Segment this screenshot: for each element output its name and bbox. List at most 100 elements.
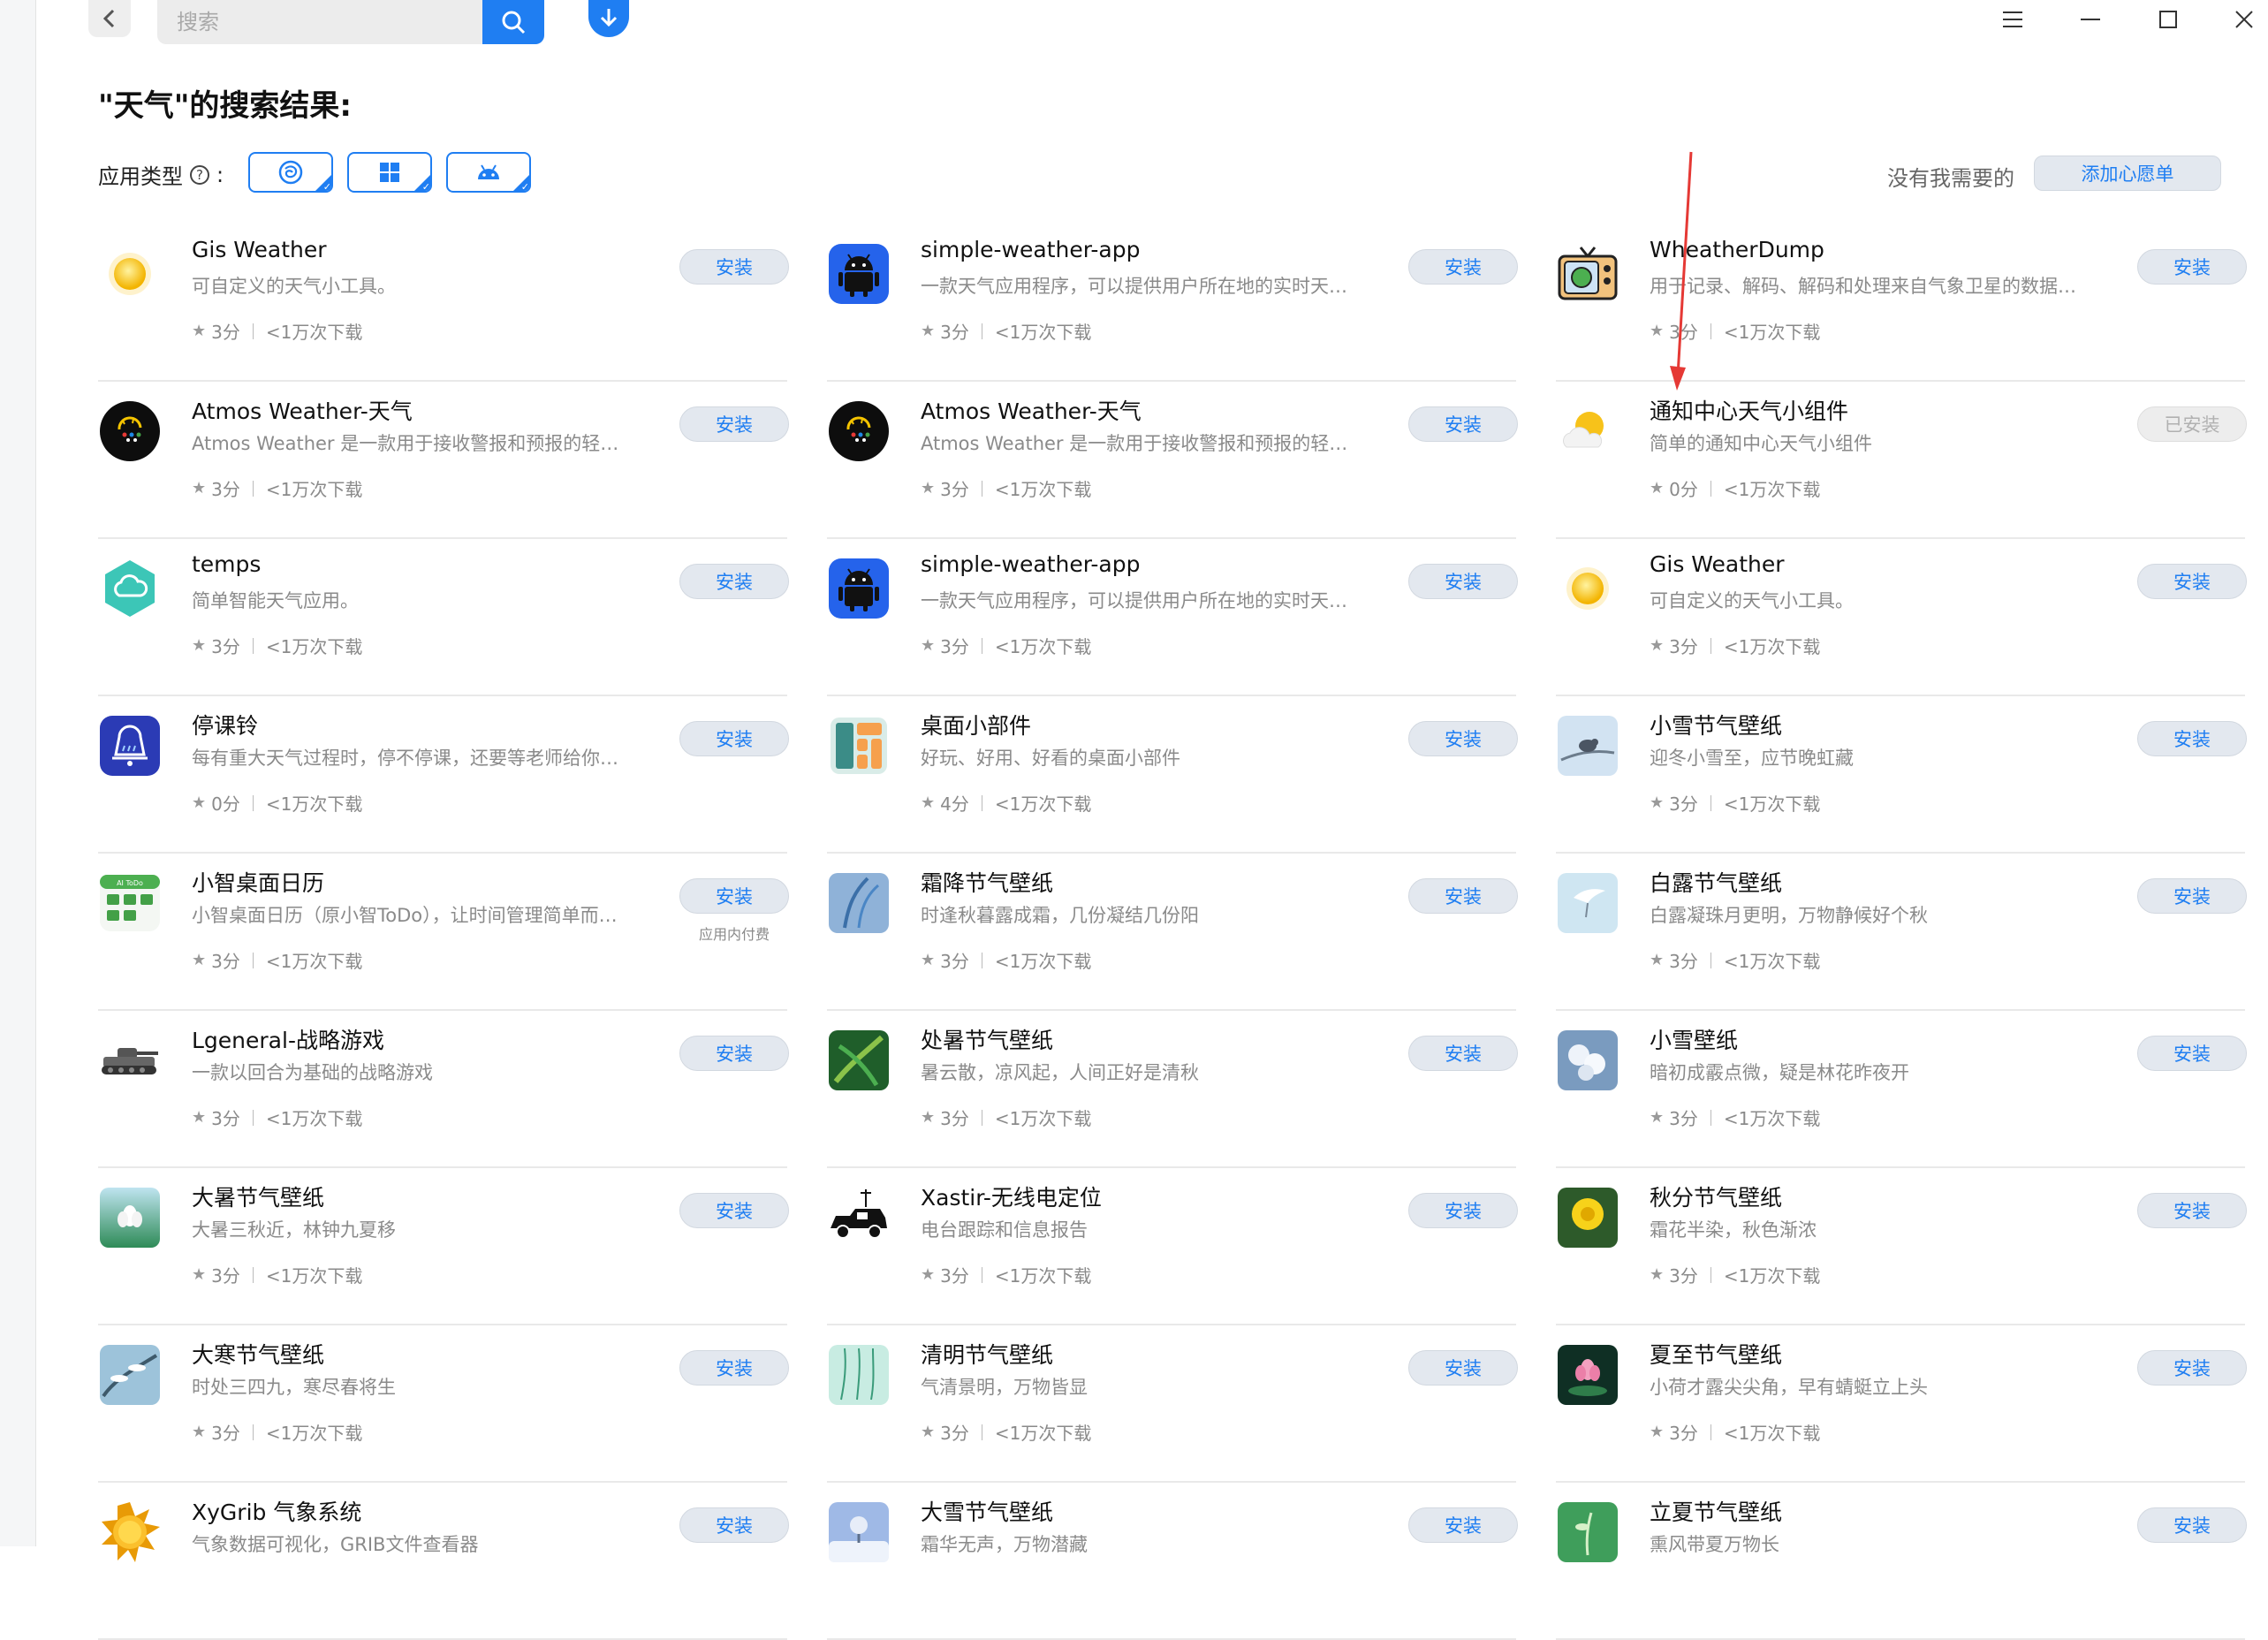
- app-name[interactable]: 大寒节气壁纸: [192, 1338, 324, 1370]
- app-card[interactable]: 小雪壁纸 暗初成霰点微，疑是林花昨夜开 ★ 3分 <1万次下载 安装: [1556, 1013, 2247, 1168]
- app-card[interactable]: 停课铃 每有重大天气过程时，停不停课，还要等老师给你打… ★ 0分 <1万次下载 安装: [98, 698, 789, 854]
- app-card[interactable]: XyGrib 气象系统 气象数据可视化，GRIB文件查看器 安装: [98, 1484, 789, 1640]
- install-button[interactable]: 安装: [1408, 721, 1518, 756]
- app-name[interactable]: 夏至节气壁纸: [1650, 1338, 1782, 1370]
- app-name[interactable]: 小雪节气壁纸: [1650, 709, 1782, 740]
- app-name[interactable]: temps: [192, 551, 261, 577]
- app-name[interactable]: WheatherDump: [1650, 237, 1824, 262]
- app-card[interactable]: 大寒节气壁纸 时处三四九，寒尽春将生 ★ 3分 <1万次下载 安装: [98, 1327, 789, 1483]
- app-card[interactable]: simple-weather-app 一款天气应用程序，可以提供用户所在地的实时天…: [827, 541, 1518, 696]
- app-card[interactable]: 霜降节气壁纸 时逢秋暮露成霜，几份凝结几份阳 ★ 3分 <1万次下载 安装: [827, 855, 1518, 1011]
- search-input[interactable]: [157, 0, 484, 44]
- filter-deepin-button[interactable]: ✓: [248, 152, 333, 193]
- app-card[interactable]: Xastir-无线电定位 电台跟踪和信息报告 ★ 3分 <1万次下载 安装: [827, 1170, 1518, 1325]
- app-card[interactable]: AI ToDo 小智桌面日历 小智桌面日历（原小智ToDo），让时间管理简单而… ★ 3…: [98, 855, 789, 1011]
- lotus-night-wallpaper-icon[interactable]: [1556, 1343, 1619, 1407]
- install-button[interactable]: 安装: [1408, 249, 1518, 285]
- install-button[interactable]: 安装: [2137, 721, 2247, 756]
- back-button[interactable]: [88, 0, 131, 37]
- install-button[interactable]: 安装: [2137, 249, 2247, 285]
- app-name[interactable]: 小智桌面日历: [192, 866, 324, 898]
- install-button[interactable]: 安装: [679, 1036, 789, 1071]
- install-button[interactable]: 安装: [1408, 564, 1518, 599]
- app-name[interactable]: 处暑节气壁纸: [921, 1023, 1053, 1055]
- app-card[interactable]: 大雪节气壁纸 霜华无声，万物潜藏 安装: [827, 1484, 1518, 1640]
- app-name[interactable]: Xastir-无线电定位: [921, 1181, 1102, 1212]
- app-name[interactable]: simple-weather-app: [921, 551, 1140, 577]
- close-button[interactable]: [2225, 2, 2264, 37]
- download-button[interactable]: [588, 0, 629, 37]
- install-button[interactable]: 安装: [679, 564, 789, 599]
- app-card[interactable]: 处暑节气壁纸 暑云散，凉风起，人间正好是清秋 ★ 3分 <1万次下载 安装: [827, 1013, 1518, 1168]
- frost-wallpaper-icon[interactable]: [827, 871, 891, 935]
- sun-cloud-icon[interactable]: [1556, 399, 1619, 463]
- install-button[interactable]: 安装: [2137, 1350, 2247, 1386]
- app-card[interactable]: temps 简单智能天气应用。 ★ 3分 <1万次下载 安装: [98, 541, 789, 696]
- snow-branch-wallpaper-icon[interactable]: [98, 1343, 162, 1407]
- install-button[interactable]: 安装: [679, 1507, 789, 1543]
- install-button[interactable]: 安装: [679, 721, 789, 756]
- app-card[interactable]: 通知中心天气小组件 简单的通知中心天气小组件 ★ 0分 <1万次下载 已安装: [1556, 383, 2247, 539]
- bird-wallpaper-icon[interactable]: [1556, 714, 1619, 778]
- snow-flower-wallpaper-icon[interactable]: [1556, 1029, 1619, 1092]
- filter-android-button[interactable]: ✓: [446, 152, 531, 193]
- app-name[interactable]: 大雪节气壁纸: [921, 1495, 1053, 1527]
- app-name[interactable]: Atmos Weather-天气: [921, 394, 1142, 426]
- app-name[interactable]: 秋分节气壁纸: [1650, 1181, 1782, 1212]
- app-card[interactable]: 白露节气壁纸 白露凝珠月更明，万物静候好个秋 ★ 3分 <1万次下载 安装: [1556, 855, 2247, 1011]
- sun-icon[interactable]: [1556, 557, 1619, 620]
- atmos-weather-icon[interactable]: [827, 399, 891, 463]
- app-card[interactable]: 夏至节气壁纸 小荷才露尖尖角，早有蜻蜓立上头 ★ 3分 <1万次下载 安装: [1556, 1327, 2247, 1483]
- app-name[interactable]: 桌面小部件: [921, 709, 1031, 740]
- app-card[interactable]: 立夏节气壁纸 熏风带夏万物长 安装: [1556, 1484, 2247, 1640]
- install-button[interactable]: 安装: [2137, 878, 2247, 914]
- filter-windows-button[interactable]: ✓: [347, 152, 432, 193]
- widget-blocks-icon[interactable]: [827, 714, 891, 778]
- atmos-weather-icon[interactable]: [98, 399, 162, 463]
- install-button[interactable]: 安装: [679, 1193, 789, 1228]
- app-card[interactable]: 清明节气壁纸 气清景明，万物皆显 ★ 3分 <1万次下载 安装: [827, 1327, 1518, 1483]
- app-card[interactable]: Lgeneral-战略游戏 一款以回合为基础的战略游戏 ★ 3分 <1万次下载 安装: [98, 1013, 789, 1168]
- app-name[interactable]: 大暑节气壁纸: [192, 1181, 324, 1212]
- tank-icon[interactable]: [98, 1029, 162, 1092]
- app-name[interactable]: 霜降节气壁纸: [921, 866, 1053, 898]
- app-card[interactable]: 秋分节气壁纸 霜花半染，秋色渐浓 ★ 3分 <1万次下载 安装: [1556, 1170, 2247, 1325]
- app-name[interactable]: 停课铃: [192, 709, 258, 740]
- install-button[interactable]: 安装: [679, 878, 789, 914]
- app-card[interactable]: 桌面小部件 好玩、好用、好看的桌面小部件 ★ 4分 <1万次下载 安装: [827, 698, 1518, 854]
- minimize-button[interactable]: [2071, 2, 2110, 37]
- android-app-icon[interactable]: [827, 557, 891, 620]
- app-card[interactable]: 小雪节气壁纸 迎冬小雪至，应节晚虹藏 ★ 3分 <1万次下载 安装: [1556, 698, 2247, 854]
- install-button[interactable]: 安装: [1408, 1036, 1518, 1071]
- bamboo-wallpaper-icon[interactable]: [827, 1029, 891, 1092]
- app-card[interactable]: 大暑节气壁纸 大暑三秋近，林钟九夏移 ★ 3分 <1万次下载 安装: [98, 1170, 789, 1325]
- app-card[interactable]: Gis Weather 可自定义的天气小工具。 ★ 3分 <1万次下载 安装: [98, 226, 789, 382]
- install-button[interactable]: 安装: [2137, 564, 2247, 599]
- installed-button[interactable]: 已安装: [2137, 406, 2247, 442]
- app-card[interactable]: WheatherDump 用于记录、解码、解码和处理来自气象卫星的数据的… ★ 3分 <…: [1556, 226, 2247, 382]
- app-name[interactable]: XyGrib 气象系统: [192, 1495, 361, 1527]
- chrysanthemum-wallpaper-icon[interactable]: [1556, 1186, 1619, 1249]
- app-card[interactable]: simple-weather-app 一款天气应用程序，可以提供用户所在地的实时天…: [827, 226, 1518, 382]
- search-button[interactable]: [482, 0, 544, 44]
- add-wishlist-button[interactable]: 添加心愿单: [2034, 156, 2221, 191]
- green-wallpaper-icon[interactable]: [1556, 1500, 1619, 1564]
- app-card[interactable]: Gis Weather 可自定义的天气小工具。 ★ 3分 <1万次下载 安装: [1556, 541, 2247, 696]
- app-name[interactable]: Gis Weather: [192, 237, 327, 262]
- willow-wallpaper-icon[interactable]: [827, 1343, 891, 1407]
- install-button[interactable]: 安装: [679, 249, 789, 285]
- app-name[interactable]: 立夏节气壁纸: [1650, 1495, 1782, 1527]
- install-button[interactable]: 安装: [1408, 878, 1518, 914]
- tv-satellite-icon[interactable]: [1556, 242, 1619, 306]
- app-name[interactable]: 通知中心天气小组件: [1650, 394, 1848, 426]
- install-button[interactable]: 安装: [679, 1350, 789, 1386]
- install-button[interactable]: 安装: [679, 406, 789, 442]
- app-name[interactable]: 清明节气壁纸: [921, 1338, 1053, 1370]
- install-button[interactable]: 安装: [1408, 406, 1518, 442]
- sun-icon[interactable]: [98, 242, 162, 306]
- maximize-button[interactable]: [2149, 2, 2188, 37]
- android-app-icon[interactable]: [827, 242, 891, 306]
- app-card[interactable]: Atmos Weather-天气 Atmos Weather 是一款用于接收警报和…: [827, 383, 1518, 539]
- radio-jeep-icon[interactable]: [827, 1186, 891, 1249]
- install-button[interactable]: 安装: [2137, 1507, 2247, 1543]
